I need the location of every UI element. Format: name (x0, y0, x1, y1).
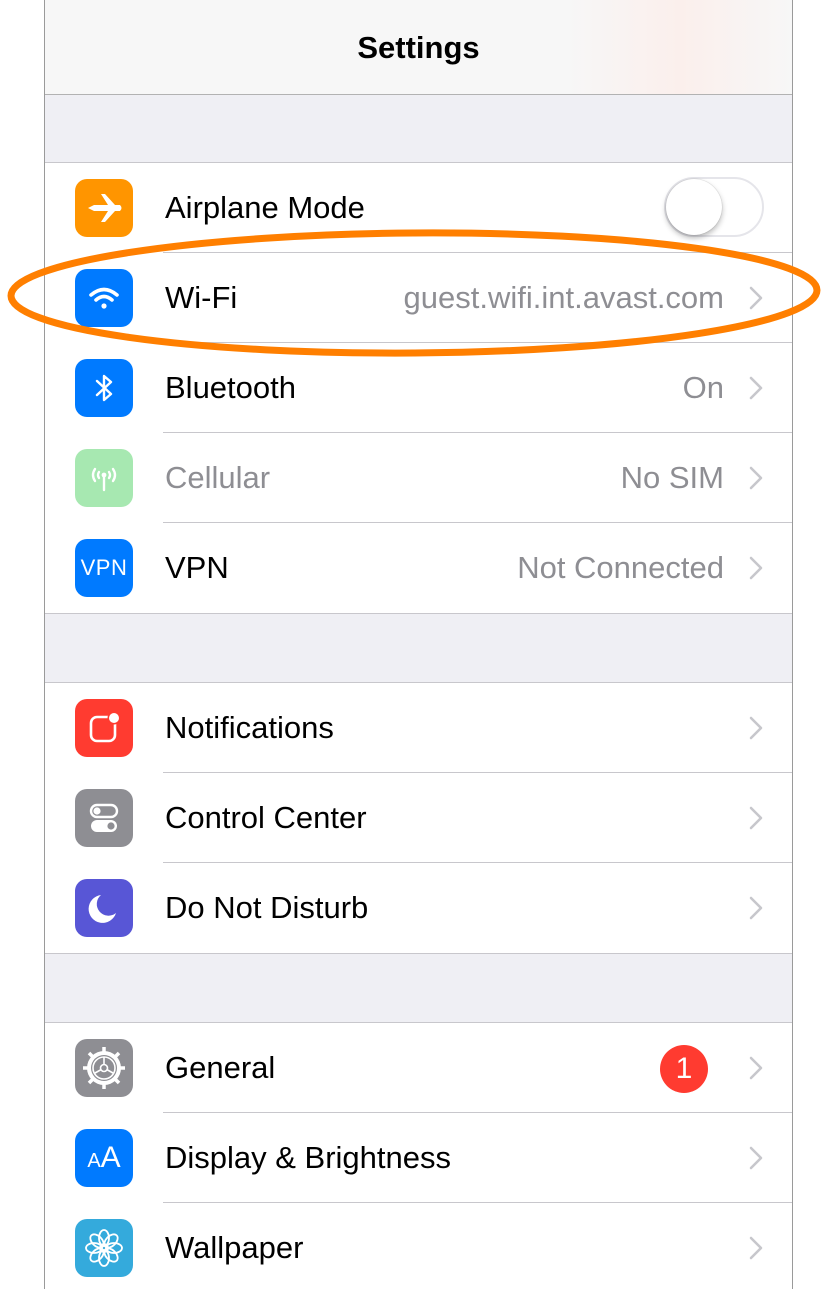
chevron-right-icon (749, 1146, 763, 1170)
icon-small-letter: A (87, 1150, 101, 1172)
page-title: Settings (357, 30, 480, 65)
chevron-right-icon (749, 556, 763, 580)
bluetooth-icon (75, 359, 133, 417)
cellular-label: Cellular (165, 460, 271, 495)
chevron-right-icon (749, 286, 763, 310)
wallpaper-row[interactable]: Wallpaper (45, 1203, 792, 1289)
airplane-mode-label: Airplane Mode (165, 190, 365, 225)
vpn-icon-text: VPN (80, 555, 128, 580)
general-group: General 1 AA Display & Brightness Wallpa… (45, 1022, 792, 1289)
chevron-right-icon (749, 466, 763, 490)
display-brightness-label: Display & Brightness (165, 1140, 452, 1175)
do-not-disturb-row[interactable]: Do Not Disturb (45, 863, 792, 953)
cellular-row[interactable]: Cellular No SIM (45, 433, 792, 523)
vpn-label: VPN (165, 550, 229, 585)
bluetooth-label: Bluetooth (165, 370, 296, 405)
chevron-right-icon (749, 896, 763, 920)
wallpaper-label: Wallpaper (165, 1230, 304, 1265)
chevron-right-icon (749, 1056, 763, 1080)
cellular-value: No SIM (620, 460, 724, 495)
wifi-row[interactable]: Wi-Fi guest.wifi.int.avast.com (45, 253, 792, 343)
wifi-network-value: guest.wifi.int.avast.com (403, 280, 724, 315)
connectivity-group: Airplane Mode Wi-Fi guest.wifi.int.avast… (45, 162, 792, 614)
general-row[interactable]: General 1 (45, 1023, 792, 1113)
notifications-row[interactable]: Notifications (45, 683, 792, 773)
notifications-group: Notifications Control Center Do Not Dist… (45, 682, 792, 954)
control-center-row[interactable]: Control Center (45, 773, 792, 863)
navigation-bar: Settings (45, 0, 792, 95)
airplane-mode-row: Airplane Mode (45, 163, 792, 253)
wifi-icon (75, 269, 133, 327)
settings-screen: Settings Airplane Mode Wi-Fi guest.wifi.… (44, 0, 793, 1289)
chevron-right-icon (749, 806, 763, 830)
vpn-icon: VPN (75, 539, 133, 597)
chevron-right-icon (749, 716, 763, 740)
display-brightness-row[interactable]: AA Display & Brightness (45, 1113, 792, 1203)
gear-icon (75, 1039, 133, 1097)
wallpaper-flower-icon (75, 1219, 133, 1277)
notifications-icon (75, 699, 133, 757)
icon-big-letter: A (100, 1141, 121, 1174)
bluetooth-value: On (682, 370, 724, 405)
display-text-size-icon: AA (75, 1129, 133, 1187)
general-label: General (165, 1050, 276, 1085)
toggle-knob (666, 179, 722, 235)
control-center-label: Control Center (165, 800, 367, 835)
chevron-right-icon (749, 376, 763, 400)
update-count-badge: 1 (660, 1045, 708, 1093)
cellular-antenna-icon (75, 449, 133, 507)
notifications-label: Notifications (165, 710, 334, 745)
wifi-label: Wi-Fi (165, 280, 238, 315)
airplane-icon (75, 179, 133, 237)
airplane-mode-toggle[interactable] (664, 177, 764, 237)
chevron-right-icon (749, 1236, 763, 1260)
control-center-icon (75, 789, 133, 847)
moon-icon (75, 879, 133, 937)
bluetooth-row[interactable]: Bluetooth On (45, 343, 792, 433)
do-not-disturb-label: Do Not Disturb (165, 890, 369, 925)
vpn-value: Not Connected (517, 550, 724, 585)
vpn-row[interactable]: VPN VPN Not Connected (45, 523, 792, 613)
